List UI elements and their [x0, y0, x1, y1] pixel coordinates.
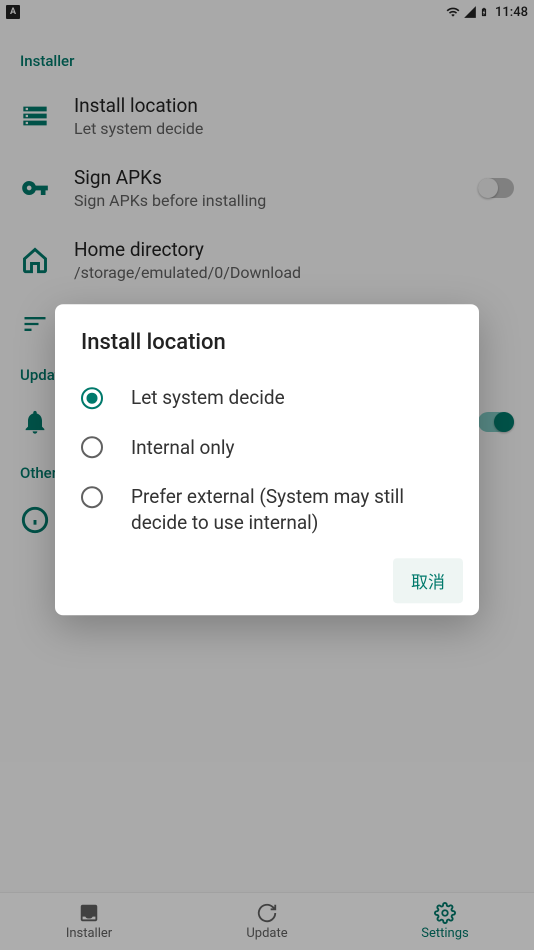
install-location-dialog: Install location Let system decide Inter…	[55, 304, 479, 615]
dialog-title: Install location	[55, 330, 479, 373]
option-internal-only[interactable]: Internal only	[55, 423, 479, 473]
cancel-button[interactable]: 取消	[393, 558, 463, 603]
radio-unchecked-icon	[81, 486, 103, 508]
radio-unchecked-icon	[81, 437, 103, 459]
option-let-system-decide[interactable]: Let system decide	[55, 373, 479, 423]
option-label: Prefer external (System may still decide…	[131, 484, 453, 535]
option-prefer-external[interactable]: Prefer external (System may still decide…	[55, 472, 479, 547]
option-label: Let system decide	[131, 385, 285, 411]
option-label: Internal only	[131, 435, 235, 461]
radio-checked-icon	[81, 387, 103, 409]
